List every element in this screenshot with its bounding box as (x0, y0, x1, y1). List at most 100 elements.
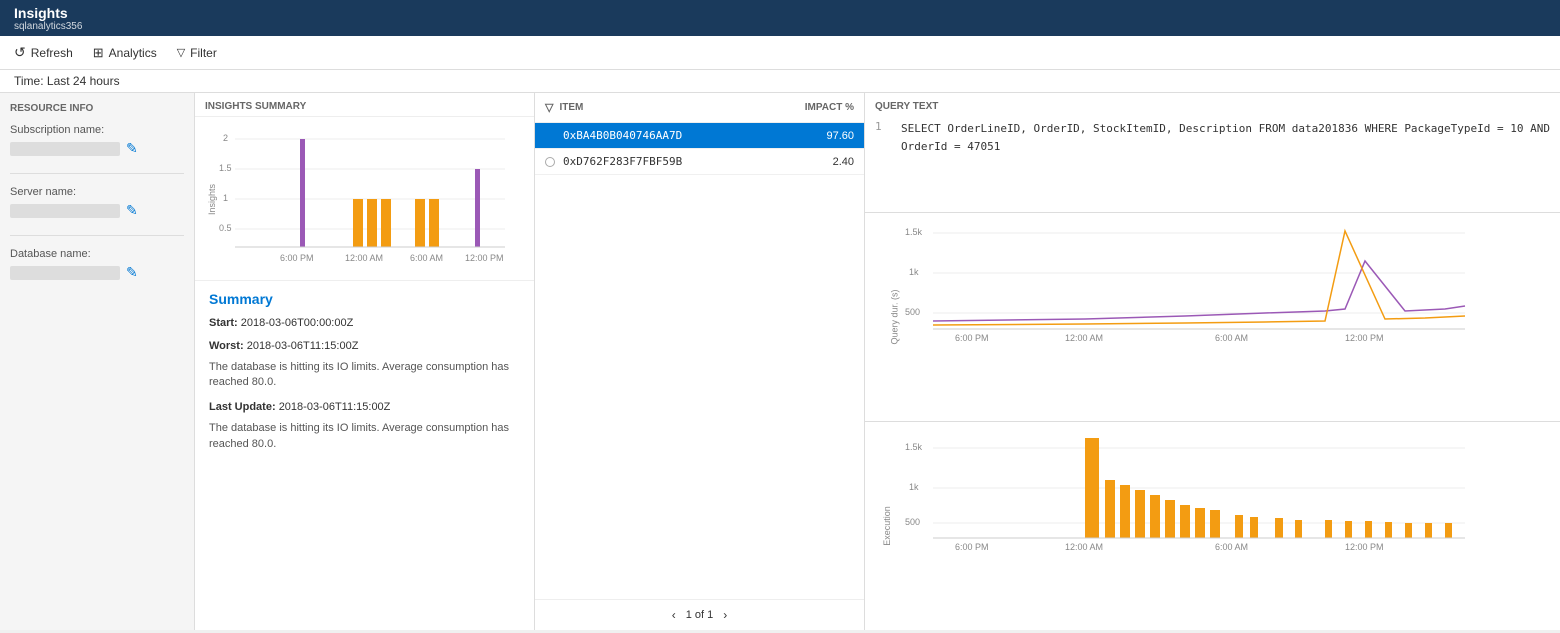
last-update-label: Last Update: (209, 401, 276, 413)
svg-text:6:00 PM: 6:00 PM (280, 253, 314, 263)
resource-info-panel: RESOURCE INFO Subscription name: ✎ Serve… (0, 93, 195, 630)
divider2 (10, 235, 184, 236)
pagination-prev[interactable]: ‹ (672, 608, 676, 622)
insights-chart-svg: 2 1.5 1 0.5 Insights (205, 127, 515, 267)
description1: The database is hitting its IO limits. A… (209, 360, 520, 391)
description2: The database is hitting its IO limits. A… (209, 421, 520, 452)
analytics-button[interactable]: ⊞ Analytics (93, 45, 157, 61)
toolbar: ↺ Refresh ⊞ Analytics ▽ Filter (0, 36, 1560, 70)
svg-text:6:00 AM: 6:00 AM (1215, 333, 1248, 341)
svg-text:6:00 PM: 6:00 PM (955, 333, 989, 341)
subscription-edit-icon[interactable]: ✎ (126, 140, 138, 157)
summary-worst: Worst: 2018-03-06T11:15:00Z (209, 338, 520, 355)
last-update-value: 2018-03-06T11:15:00Z (279, 401, 391, 413)
query-panel: QUERY TEXT 1 SELECT OrderLineID, OrderID… (865, 93, 1560, 630)
filter-icon: ▽ (177, 46, 185, 59)
filter-button[interactable]: ▽ Filter (177, 46, 217, 60)
start-label: Start: (209, 317, 238, 329)
charts-section: Query dur. (s) 1.5k 1k 500 (865, 213, 1560, 630)
svg-text:12:00 PM: 12:00 PM (1345, 542, 1384, 550)
svg-text:1.5: 1.5 (219, 163, 232, 173)
middle-section: INSIGHTS SUMMARY 2 1.5 1 0.5 Insights (195, 93, 1560, 630)
subscription-value (10, 142, 120, 156)
refresh-label: Refresh (31, 46, 73, 60)
svg-text:1: 1 (223, 193, 228, 203)
filter-label: Filter (190, 46, 217, 60)
analytics-icon: ⊞ (93, 45, 104, 61)
database-label: Database name: (10, 248, 184, 260)
subscription-row: ✎ (10, 140, 184, 157)
database-row: ✎ (10, 264, 184, 281)
subscription-label: Subscription name: (10, 124, 184, 136)
svg-text:1.5k: 1.5k (905, 227, 923, 237)
server-field: Server name: ✎ (10, 186, 184, 219)
main-content: RESOURCE INFO Subscription name: ✎ Serve… (0, 93, 1560, 630)
svg-text:Insights: Insights (207, 183, 217, 215)
svg-text:12:00 PM: 12:00 PM (1345, 333, 1384, 341)
start-value: 2018-03-06T00:00:00Z (241, 317, 354, 329)
list-item[interactable]: 0xBA4B0B040746AA7D 97.60 (535, 123, 864, 149)
items-pagination: ‹ 1 of 1 › (535, 599, 864, 630)
analytics-label: Analytics (109, 46, 157, 60)
y-axis-label-2: Execution (882, 506, 892, 546)
chart1-svg: 1.5k 1k 500 (905, 221, 1485, 341)
col-item-label: ITEM (559, 102, 778, 113)
server-row: ✎ (10, 202, 184, 219)
divider1 (10, 173, 184, 174)
database-value (10, 266, 120, 280)
time-label: Time: Last 24 hours (14, 74, 120, 88)
item-name-2: 0xD762F283F7FBF59B (563, 155, 776, 168)
col-impact-label: IMPACT % (784, 102, 854, 113)
query-duration-chart: Query dur. (s) 1.5k 1k 500 (865, 213, 1560, 422)
refresh-button[interactable]: ↺ Refresh (14, 44, 73, 61)
svg-text:6:00 PM: 6:00 PM (955, 542, 989, 550)
summary-last-update: Last Update: 2018-03-06T11:15:00Z (209, 399, 520, 416)
summary-title: Summary (209, 291, 520, 307)
items-panel: ▽ ITEM IMPACT % 0xBA4B0B040746AA7D 97.60… (535, 93, 865, 630)
y-axis-label-1: Query dur. (s) (890, 289, 900, 344)
query-body: 1 SELECT OrderLineID, OrderID, StockItem… (875, 120, 1550, 155)
query-code-line1: SELECT OrderLineID, OrderID, StockItemID… (901, 120, 1550, 138)
item-indicator-active (545, 131, 555, 141)
svg-text:6:00 AM: 6:00 AM (410, 253, 443, 263)
time-bar: Time: Last 24 hours (0, 70, 1560, 93)
server-value (10, 204, 120, 218)
svg-text:0.5: 0.5 (219, 223, 232, 233)
query-code-block: SELECT OrderLineID, OrderID, StockItemID… (901, 120, 1550, 155)
list-item[interactable]: 0xD762F283F7FBF59B 2.40 (535, 149, 864, 175)
query-text-title: QUERY TEXT (875, 101, 1550, 112)
svg-text:12:00 AM: 12:00 AM (1065, 542, 1103, 550)
item-impact-1: 97.60 (784, 130, 854, 142)
svg-text:1k: 1k (909, 267, 919, 277)
chart1-inner: 1.5k 1k 500 (905, 221, 1550, 344)
svg-text:500: 500 (905, 307, 920, 317)
query-line-number: 1 (875, 120, 891, 155)
refresh-icon: ↺ (14, 44, 26, 61)
database-edit-icon[interactable]: ✎ (126, 264, 138, 281)
svg-text:12:00 AM: 12:00 AM (345, 253, 383, 263)
item-name-1: 0xBA4B0B040746AA7D (563, 129, 776, 142)
insights-panel-title: INSIGHTS SUMMARY (195, 93, 534, 117)
execution-chart: Execution 1.5k 1k 500 (865, 422, 1560, 630)
summary-start: Start: 2018-03-06T00:00:00Z (209, 315, 520, 332)
svg-text:1.5k: 1.5k (905, 442, 923, 452)
pagination-next[interactable]: › (723, 608, 727, 622)
app-subtitle: sqlanalytics356 (14, 21, 1546, 32)
svg-text:6:00 AM: 6:00 AM (1215, 542, 1248, 550)
resource-info-title: RESOURCE INFO (10, 103, 184, 114)
query-code-line2: OrderId = 47051 (901, 138, 1550, 156)
items-header: ▽ ITEM IMPACT % (535, 93, 864, 123)
item-impact-2: 2.40 (784, 156, 854, 168)
app-header: Insights sqlanalytics356 (0, 0, 1560, 36)
server-edit-icon[interactable]: ✎ (126, 202, 138, 219)
item-indicator-inactive (545, 157, 555, 167)
chart2-inner: 1.5k 1k 500 (905, 430, 1550, 553)
worst-label: Worst: (209, 340, 244, 352)
items-list: 0xBA4B0B040746AA7D 97.60 0xD762F283F7FBF… (535, 123, 864, 599)
svg-text:12:00 PM: 12:00 PM (465, 253, 504, 263)
query-text-section: QUERY TEXT 1 SELECT OrderLineID, OrderID… (865, 93, 1560, 213)
svg-text:2: 2 (223, 133, 228, 143)
summary-content: Summary Start: 2018-03-06T00:00:00Z Wors… (195, 281, 534, 630)
funnel-icon: ▽ (545, 101, 553, 114)
database-field: Database name: ✎ (10, 248, 184, 281)
